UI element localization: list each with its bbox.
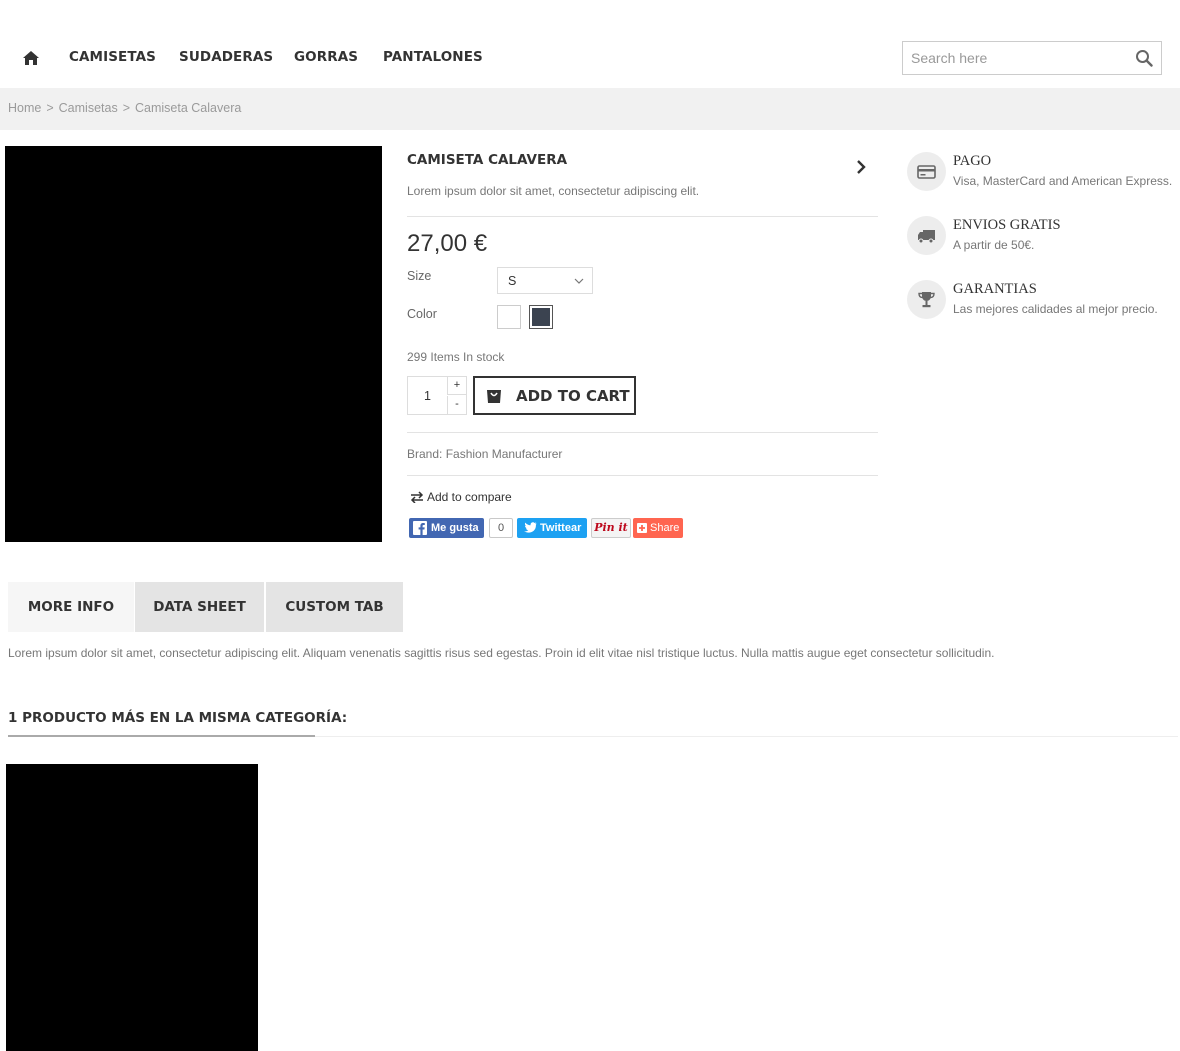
divider: [407, 475, 878, 476]
search-box: [902, 41, 1162, 75]
search-input[interactable]: [903, 42, 1127, 74]
tab-custom-tab[interactable]: CUSTOM TAB: [266, 582, 403, 632]
info-icon-circle: [907, 280, 946, 319]
tab-data-sheet[interactable]: DATA SHEET: [135, 582, 264, 632]
stock-status: 299 Items In stock: [407, 350, 505, 364]
color-label: Color: [407, 307, 437, 321]
breadcrumb-home[interactable]: Home: [8, 101, 41, 115]
info-text: Las mejores calidades al mejor precio.: [953, 302, 1158, 316]
tab-more-info[interactable]: MORE INFO: [8, 582, 134, 632]
compare-arrows-icon: [410, 491, 424, 504]
add-to-cart-button[interactable]: ADD TO CART: [473, 376, 636, 415]
plus-square-icon: [637, 523, 647, 533]
quantity-input[interactable]: [408, 377, 447, 414]
nav-item-sudaderas[interactable]: SUDADERAS: [179, 49, 273, 65]
quantity-stepper: + -: [407, 376, 467, 415]
breadcrumb-current: Camiseta Calavera: [135, 101, 242, 115]
chevron-right-icon[interactable]: [855, 159, 867, 175]
color-swatch-white[interactable]: [497, 305, 521, 329]
breadcrumb-camisetas[interactable]: Camisetas: [59, 101, 118, 115]
color-swatch-dark-fill: [532, 308, 550, 326]
title-underline: [8, 735, 315, 737]
nav-item-pantalones[interactable]: PANTALONES: [383, 49, 483, 65]
pinterest-pin-button[interactable]: Pin it: [591, 518, 631, 538]
product-price: 27,00 €: [407, 230, 488, 257]
trophy-icon: [918, 292, 935, 308]
info-title: GARANTIAS: [953, 281, 1037, 297]
info-title: ENVIOS GRATIS: [953, 217, 1061, 233]
product-short-description: Lorem ipsum dolor sit amet, consectetur …: [407, 184, 700, 198]
product-image[interactable]: [5, 146, 382, 542]
facebook-like-count: 0: [489, 518, 513, 538]
home-icon[interactable]: [22, 50, 40, 66]
size-select[interactable]: S: [497, 267, 593, 294]
color-swatch-dark[interactable]: [529, 305, 553, 329]
facebook-like-label: Me gusta: [431, 522, 479, 534]
info-icon-circle: [907, 152, 946, 191]
twitter-icon: [524, 522, 537, 533]
share-button[interactable]: Share: [633, 518, 683, 538]
nav-item-camisetas[interactable]: CAMISETAS: [69, 49, 156, 65]
size-label: Size: [407, 269, 432, 283]
add-to-compare-label: Add to compare: [427, 490, 512, 504]
size-select-value: S: [508, 274, 517, 288]
add-to-compare-link[interactable]: Add to compare: [410, 490, 512, 504]
top-nav: CAMISETAS SUDADERAS GORRAS PANTALONES: [0, 40, 1180, 76]
share-label: Share: [650, 522, 680, 534]
divider: [407, 432, 878, 433]
tab-content: Lorem ipsum dolor sit amet, consectetur …: [8, 646, 995, 660]
quantity-increase-button[interactable]: +: [447, 377, 466, 395]
breadcrumb-separator: >: [46, 101, 54, 115]
chevron-down-icon: [574, 278, 584, 284]
breadcrumb: Home > Camisetas > Camiseta Calavera: [0, 88, 1180, 130]
product-title: CAMISETA CALAVERA: [407, 152, 568, 168]
related-products-title: 1 PRODUCTO MÁS EN LA MISMA CATEGORÍA:: [8, 710, 348, 726]
info-text: Visa, MasterCard and American Express.: [953, 174, 1173, 188]
info-icon-circle: [907, 216, 946, 255]
truck-icon: [918, 230, 935, 244]
credit-card-icon: [917, 165, 936, 179]
info-text: A partir de 50€.: [953, 238, 1035, 252]
divider: [407, 216, 878, 217]
related-product-image[interactable]: [6, 764, 258, 1051]
twitter-tweet-label: Twittear: [540, 522, 582, 534]
info-title: PAGO: [953, 153, 992, 169]
facebook-icon: [413, 521, 427, 535]
nav-item-gorras[interactable]: GORRAS: [294, 49, 358, 65]
product-brand: Brand: Fashion Manufacturer: [407, 447, 563, 461]
breadcrumb-separator: >: [122, 101, 131, 115]
quantity-decrease-button[interactable]: -: [447, 396, 466, 414]
twitter-tweet-button[interactable]: Twittear: [517, 518, 587, 538]
add-to-cart-label: ADD TO CART: [516, 387, 630, 405]
search-icon[interactable]: [1135, 49, 1153, 67]
shopping-bag-icon: [487, 390, 501, 403]
facebook-like-button[interactable]: Me gusta: [409, 518, 484, 538]
